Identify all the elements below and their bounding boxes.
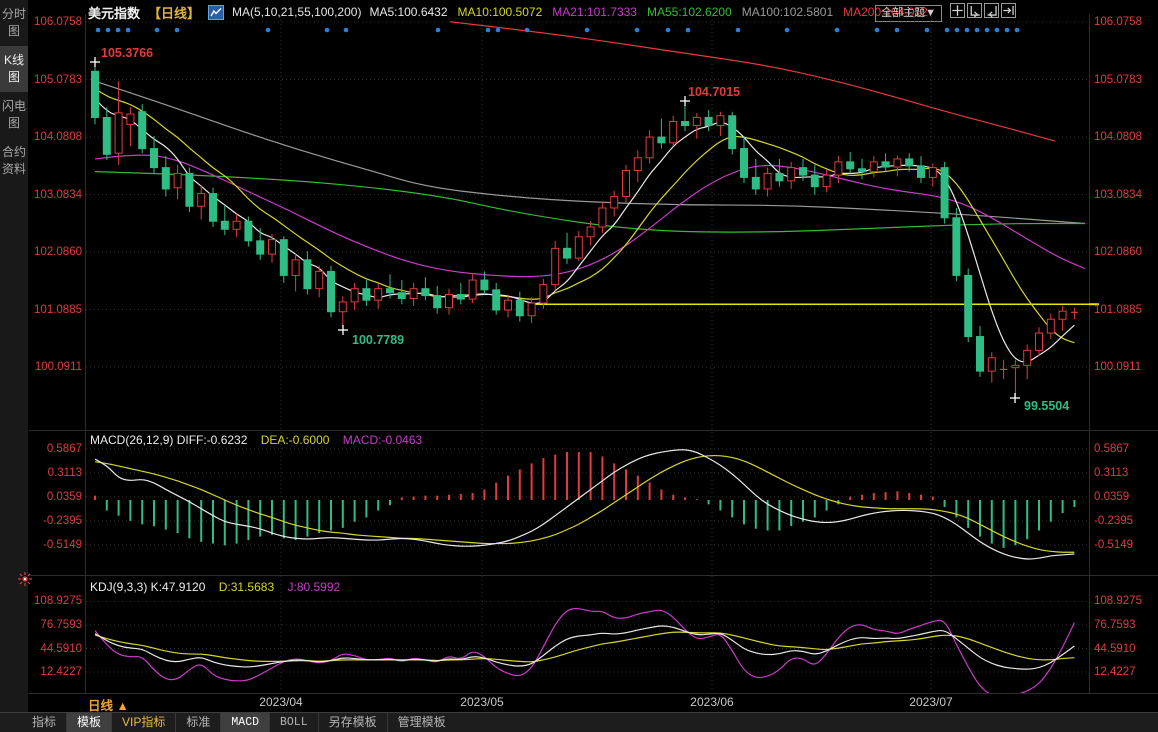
d-line: [95, 632, 1074, 662]
alert-starburst-icon: [17, 571, 33, 587]
y-axis-label: 101.0885: [30, 304, 82, 316]
x-axis-date: 2023/05: [460, 695, 503, 709]
macd-title: MACD(26,12,9) DIFF:-0.6232: [90, 433, 247, 447]
y-axis-label: 102.0860: [1094, 246, 1142, 258]
j-line: [95, 609, 1074, 698]
y-axis-label: 100.0911: [1094, 361, 1141, 373]
up-triangle-icon: ▲: [117, 699, 129, 713]
y-axis-label: 0.0359: [30, 491, 82, 503]
tab-模板[interactable]: 模板: [66, 713, 111, 732]
price-annotation: 104.7015: [688, 85, 740, 99]
tab-MACD[interactable]: MACD: [220, 713, 269, 732]
y-axis-label: 0.5867: [30, 443, 82, 455]
y-axis-label: 108.9275: [1094, 595, 1142, 607]
y-axis-label: 108.9275: [30, 595, 82, 607]
y-axis-label: 103.0834: [1094, 189, 1142, 201]
kdj-pane: [95, 609, 1074, 698]
y-axis-label: 76.7593: [1094, 619, 1136, 631]
tab-VIP指标[interactable]: VIP指标: [111, 713, 175, 732]
y-axis-label: 44.5910: [1094, 643, 1136, 655]
dea-line: [95, 456, 1074, 553]
y-axis-label: 101.0885: [1094, 304, 1142, 316]
y-axis-label: 44.5910: [30, 643, 82, 655]
y-axis-label: 100.0911: [30, 361, 82, 373]
candlestick-series: [92, 62, 1078, 398]
app-window: 分时图K线图闪电图合约资料 美元指数 【日线】 MA(5,10,21,55,10…: [0, 0, 1158, 732]
y-axis-label: 12.4227: [30, 666, 82, 678]
price-annotation: 100.7789: [352, 333, 404, 347]
macd-indicator-header: MACD(26,12,9) DIFF:-0.6232 DEA:-0.6000 M…: [90, 433, 432, 447]
price-annotation: 105.3766: [101, 46, 153, 60]
y-axis-label: -0.5149: [1094, 539, 1133, 551]
tab-管理模板[interactable]: 管理模板: [387, 713, 456, 732]
y-axis-label: -0.2395: [30, 515, 82, 527]
y-axis-label: 106.0758: [30, 16, 82, 28]
y-axis-label: 105.0783: [30, 74, 82, 86]
tab-指标[interactable]: 指标: [22, 713, 66, 732]
y-axis-label: 0.5867: [1094, 443, 1129, 455]
macd-macd-value: MACD:-0.0463: [343, 433, 422, 447]
diff-line: [95, 450, 1074, 559]
x-axis-date: 2023/06: [690, 695, 733, 709]
y-axis-label: 76.7593: [30, 619, 82, 631]
x-axis-date: 2023/07: [909, 695, 952, 709]
kdj-j-value: J:80.5992: [287, 580, 340, 594]
y-axis-label: 105.0783: [1094, 74, 1142, 86]
kdj-title: KDJ(9,3,3) K:47.9120: [90, 580, 205, 594]
y-axis-label: -0.5149: [30, 539, 82, 551]
y-axis-label: 104.0808: [1094, 131, 1142, 143]
bottom-tab-bar: 指标模板VIP指标标准MACDBOLL另存模板管理模板: [0, 712, 1158, 732]
y-axis-label: 0.3113: [1094, 467, 1128, 479]
tab-BOLL[interactable]: BOLL: [269, 713, 318, 732]
y-axis-label: 102.0860: [30, 246, 82, 258]
macd-pane: [95, 450, 1074, 559]
y-axis-label: 12.4227: [1094, 666, 1136, 678]
y-axis-label: -0.2395: [1094, 515, 1133, 527]
price-pane: [92, 22, 1091, 398]
ma100-line: [95, 81, 1085, 223]
kdj-indicator-header: KDJ(9,3,3) K:47.9120 D:31.5683 J:80.5992: [90, 580, 350, 594]
price-annotation: 99.5504: [1024, 399, 1069, 413]
ma200-line: [450, 22, 1055, 141]
chart-canvas[interactable]: [0, 0, 1158, 732]
y-axis-label: 106.0758: [1094, 16, 1142, 28]
x-axis-date: 2023/04: [259, 695, 302, 709]
k-line: [95, 626, 1074, 669]
tab-另存模板[interactable]: 另存模板: [318, 713, 387, 732]
tab-标准[interactable]: 标准: [175, 713, 220, 732]
kdj-d-value: D:31.5683: [219, 580, 274, 594]
signal-dots: [96, 28, 1020, 33]
y-axis-label: 104.0808: [30, 131, 82, 143]
y-axis-label: 0.0359: [1094, 491, 1129, 503]
ma5-line: [95, 99, 1074, 362]
y-axis-label: 103.0834: [30, 189, 82, 201]
macd-dea-value: DEA:-0.6000: [261, 433, 330, 447]
y-axis-label: 0.3113: [30, 467, 82, 479]
